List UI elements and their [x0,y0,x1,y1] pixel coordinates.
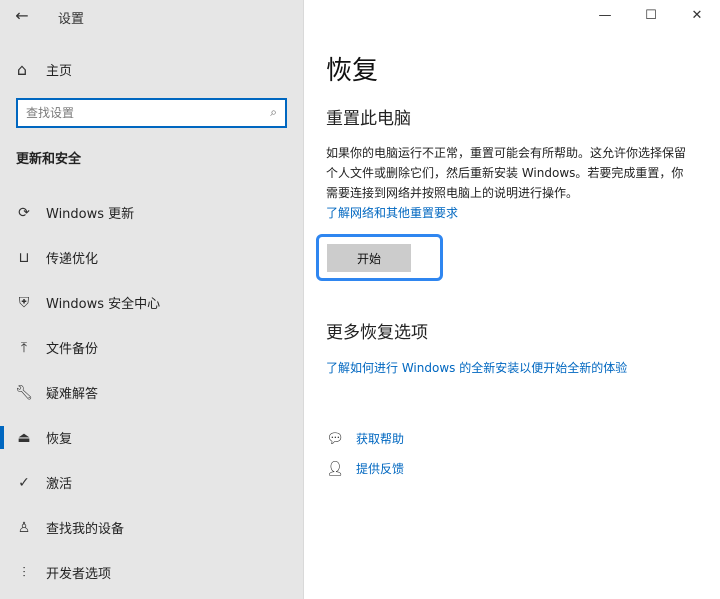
get-help-row[interactable]: 💬︎ 获取帮助 [326,430,404,447]
sidebar-item-activation[interactable]: ✓ 激活 [0,460,304,505]
find-device-icon: ♙ [17,519,31,536]
reset-description: 如果你的电脑运行不正常，重置可能会有所帮助。这允许你选择保留个人文件或删除它们，… [326,146,687,200]
wrench-icon: 🔧︎ [15,384,33,401]
activation-icon: ✓ [18,474,30,491]
recovery-icon: ⏏ [17,429,31,446]
sidebar-item-label: 疑难解答 [46,387,99,402]
sidebar-item-delivery-optimization[interactable]: ⊔ 传递优化 [0,235,304,280]
page-title: 恢复 [326,56,379,86]
sidebar-item-troubleshoot[interactable]: 🔧︎ 疑难解答 [0,370,304,415]
feedback-icon: 👤︎ [326,460,344,477]
feedback-row[interactable]: 👤︎ 提供反馈 [326,460,404,477]
sidebar-item-find-my-device[interactable]: ♙ 查找我的设备 [0,505,304,550]
sidebar-item-recovery[interactable]: ⏏ 恢复 [0,415,304,460]
sidebar-item-label: 开发者选项 [46,567,112,582]
backup-icon: ⤒ [20,339,28,356]
get-help-link[interactable]: 获取帮助 [356,430,404,447]
sync-icon: ⟳ [18,204,30,221]
sidebar-item-windows-security[interactable]: ⛨ Windows 安全中心 [0,280,304,325]
developer-icon: ⫶ [22,564,26,581]
clean-install-link[interactable]: 了解如何进行 Windows 的全新安装以便开始全新的体验 [326,359,627,376]
search-box[interactable]: ⌕ [16,98,287,128]
section-title: 更新和安全 [16,152,82,167]
sidebar: ← 设置 ⌂ 主页 ⌕ 更新和安全 ⟳ Windows 更新 ⊔ 传递优化 ⛨ … [0,0,304,599]
sidebar-item-developer[interactable]: ⫶ 开发者选项 [0,550,304,595]
main-content: — ☐ ✕ 恢复 重置此电脑 如果你的电脑运行不正常，重置可能会有所帮助。这允许… [304,0,720,599]
search-input[interactable] [18,100,256,126]
back-arrow-icon[interactable]: ← [10,4,34,28]
help-chat-icon: 💬︎ [326,430,344,447]
close-button[interactable]: ✕ [674,0,720,32]
more-options-heading: 更多恢复选项 [326,323,428,343]
delivery-optimization-icon: ⊔ [18,249,30,266]
home-icon: ⌂ [16,59,28,79]
sidebar-item-backup[interactable]: ⤒ 文件备份 [0,325,304,370]
window-controls: — ☐ ✕ [582,0,720,32]
maximize-button[interactable]: ☐ [628,0,674,32]
start-reset-button[interactable]: 开始 [327,244,411,272]
sidebar-item-label: 文件备份 [46,342,99,357]
minimize-button[interactable]: — [582,0,628,32]
feedback-link[interactable]: 提供反馈 [356,460,404,477]
sidebar-item-windows-update[interactable]: ⟳ Windows 更新 [0,190,304,235]
start-button-highlight: 开始 [316,234,443,281]
settings-window: ← 设置 ⌂ 主页 ⌕ 更新和安全 ⟳ Windows 更新 ⊔ 传递优化 ⛨ … [0,0,720,599]
title-bar: ← 设置 [0,0,304,32]
home-label: 主页 [46,63,73,79]
app-title: 设置 [58,12,85,27]
search-icon: ⌕ [270,105,277,119]
sidebar-home[interactable]: ⌂ 主页 [10,56,72,82]
sidebar-item-label: Windows 更新 [46,207,135,222]
sidebar-nav: ⟳ Windows 更新 ⊔ 传递优化 ⛨ Windows 安全中心 ⤒ 文件备… [0,190,304,595]
sidebar-item-label: 激活 [46,477,73,492]
shield-icon: ⛨ [18,294,30,311]
reset-heading: 重置此电脑 [326,109,411,129]
sidebar-item-label: 查找我的设备 [46,522,125,537]
reset-requirements-link[interactable]: 了解网络和其他重置要求 [326,204,458,221]
sidebar-item-label: Windows 安全中心 [46,297,161,312]
sidebar-item-label: 恢复 [46,432,73,447]
sidebar-item-label: 传递优化 [46,252,99,267]
